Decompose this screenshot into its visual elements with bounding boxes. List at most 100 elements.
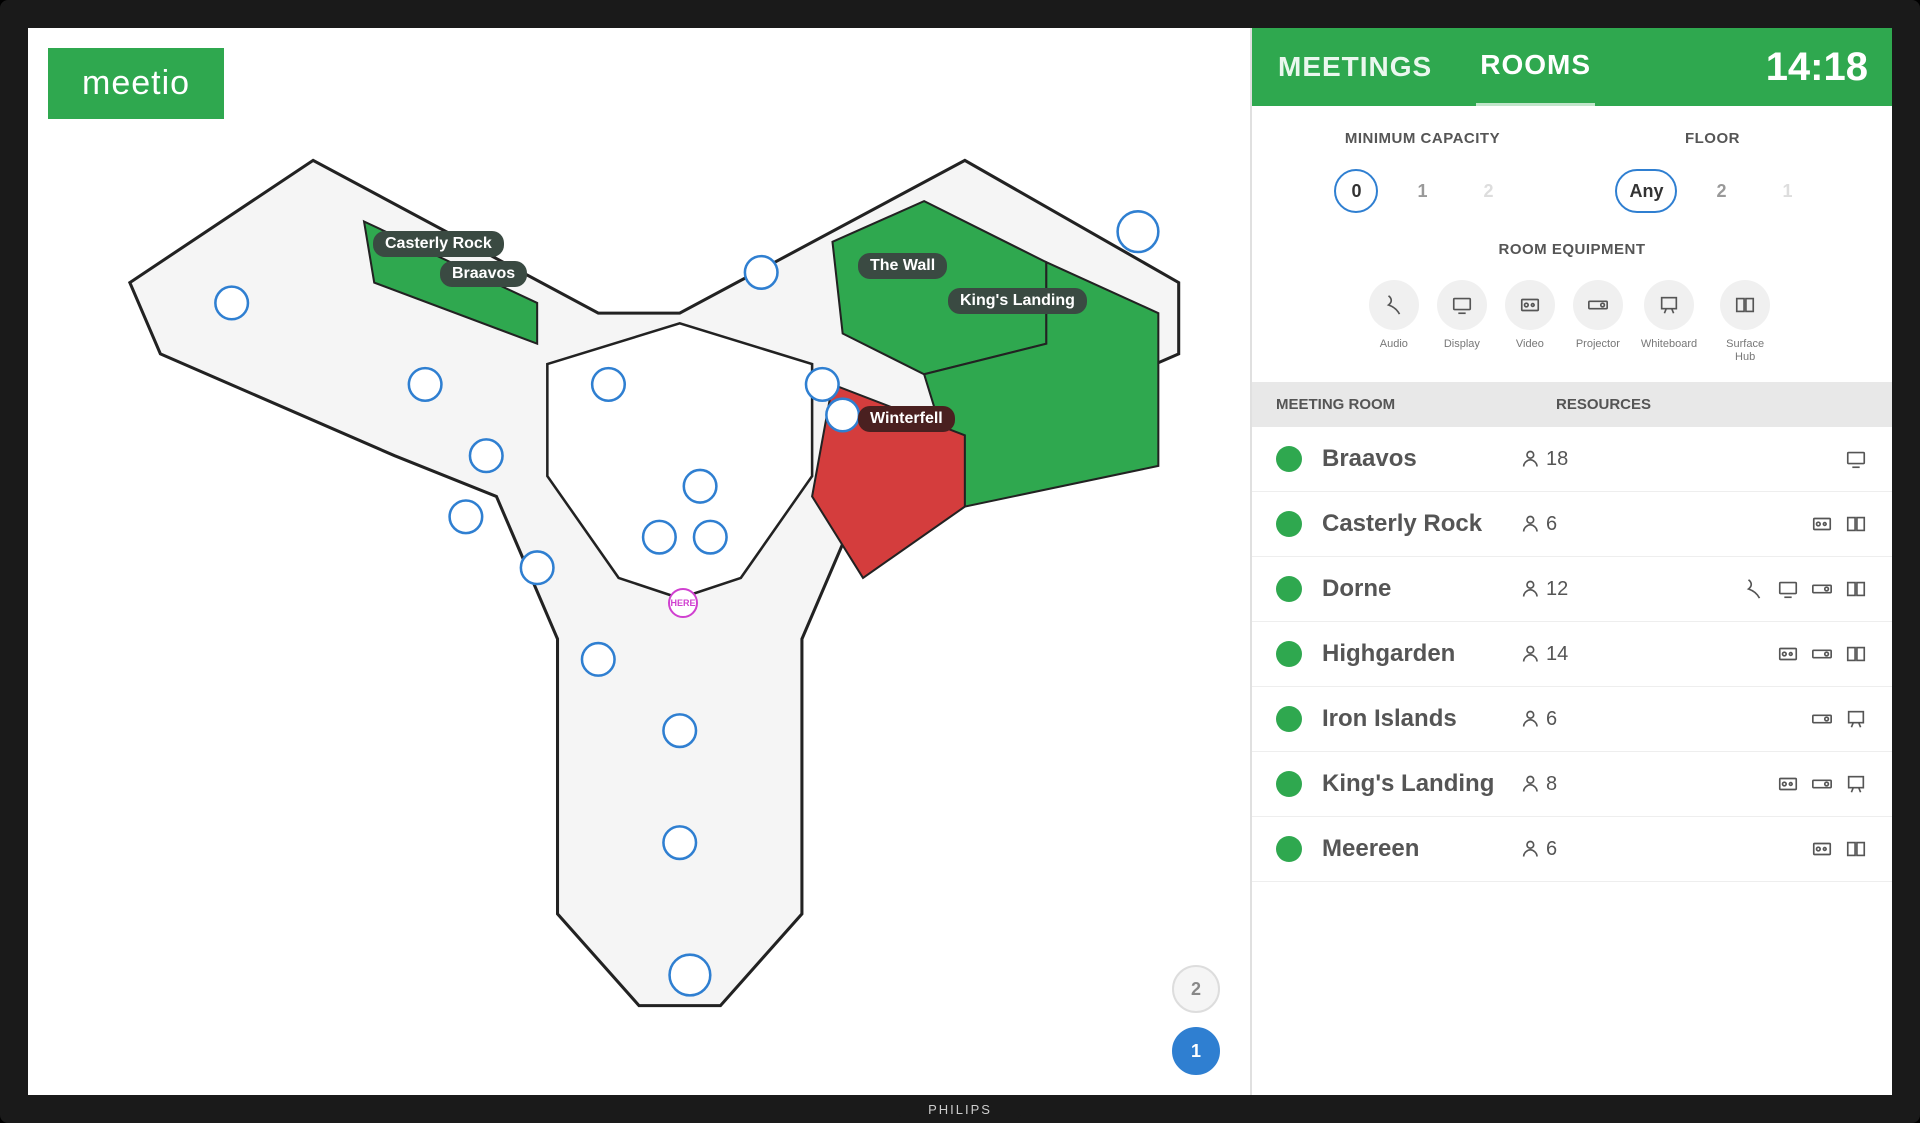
room-capacity: 14 bbox=[1522, 643, 1622, 666]
room-row-dorne[interactable]: Dorne12 bbox=[1252, 557, 1892, 622]
tab-rooms[interactable]: ROOMS bbox=[1476, 28, 1595, 107]
room-resources bbox=[1742, 579, 1868, 599]
room-row-iron-islands[interactable]: Iron Islands6 bbox=[1252, 687, 1892, 752]
status-dot bbox=[1276, 836, 1302, 862]
room-resources bbox=[1776, 774, 1868, 794]
video-icon bbox=[1776, 644, 1800, 664]
surfacehub-icon bbox=[1844, 514, 1868, 534]
room-capacity: 8 bbox=[1522, 773, 1622, 796]
status-dot bbox=[1276, 771, 1302, 797]
room-list[interactable]: Braavos18Casterly Rock6Dorne12Highgarden… bbox=[1252, 427, 1892, 1095]
floor-switcher: 21 bbox=[1172, 965, 1220, 1075]
room-resources bbox=[1776, 644, 1868, 664]
room-capacity: 18 bbox=[1522, 448, 1622, 471]
surfacehub-icon bbox=[1844, 579, 1868, 599]
equipment-option-audio[interactable]: Audio bbox=[1369, 280, 1419, 364]
whiteboard-icon bbox=[1844, 774, 1868, 794]
floorplan-svg[interactable] bbox=[28, 28, 1250, 1057]
projector-icon bbox=[1810, 709, 1834, 729]
right-panel: MEETINGS ROOMS 14:18 MINIMUM CAPACITY 01… bbox=[1252, 28, 1892, 1095]
floor-option-2[interactable]: 2 bbox=[1699, 169, 1743, 213]
capacity-option-2[interactable]: 2 bbox=[1466, 169, 1510, 213]
surfacehub-icon bbox=[1720, 280, 1770, 330]
room-row-meereen[interactable]: Meereen6 bbox=[1252, 817, 1892, 882]
equipment-label-text: Projector bbox=[1576, 338, 1620, 351]
capacity-option-0[interactable]: 0 bbox=[1334, 169, 1378, 213]
video-icon bbox=[1810, 839, 1834, 859]
room-name-label: Highgarden bbox=[1322, 640, 1522, 668]
room-capacity: 6 bbox=[1522, 838, 1622, 861]
floor-option-Any[interactable]: Any bbox=[1615, 169, 1677, 213]
room-row-braavos[interactable]: Braavos18 bbox=[1252, 427, 1892, 492]
map-label-the-wall[interactable]: The Wall bbox=[858, 253, 947, 279]
video-icon bbox=[1776, 774, 1800, 794]
whiteboard-icon bbox=[1844, 709, 1868, 729]
room-row-highgarden[interactable]: Highgarden14 bbox=[1252, 622, 1892, 687]
projector-icon bbox=[1810, 579, 1834, 599]
room-name-label: Dorne bbox=[1322, 575, 1522, 603]
here-marker: HERE bbox=[668, 588, 698, 618]
status-dot bbox=[1276, 706, 1302, 732]
room-resources bbox=[1844, 449, 1868, 469]
floor-button-1[interactable]: 1 bbox=[1172, 1027, 1220, 1075]
floor-label: FLOOR bbox=[1615, 130, 1809, 147]
room-name-label: Braavos bbox=[1322, 445, 1522, 473]
status-dot bbox=[1276, 576, 1302, 602]
monitor-frame: meetio bbox=[0, 0, 1920, 1123]
col-header-room: MEETING ROOM bbox=[1276, 396, 1526, 413]
equipment-label: ROOM EQUIPMENT bbox=[1282, 241, 1862, 258]
equipment-label-text: Whiteboard bbox=[1641, 338, 1697, 351]
floor-button-2[interactable]: 2 bbox=[1172, 965, 1220, 1013]
equipment-option-whiteboard[interactable]: Whiteboard bbox=[1641, 280, 1697, 364]
status-dot bbox=[1276, 446, 1302, 472]
equipment-label-text: Audio bbox=[1380, 338, 1408, 351]
projector-icon bbox=[1810, 644, 1834, 664]
status-dot bbox=[1276, 511, 1302, 537]
filter-panel: MINIMUM CAPACITY 012 FLOOR Any21 ROOM EQ… bbox=[1252, 106, 1892, 382]
floor-option-1[interactable]: 1 bbox=[1765, 169, 1809, 213]
room-name-label: Casterly Rock bbox=[1322, 510, 1522, 538]
room-name-label: King's Landing bbox=[1322, 770, 1522, 798]
equipment-option-video[interactable]: Video bbox=[1505, 280, 1555, 364]
room-capacity: 12 bbox=[1522, 578, 1622, 601]
equipment-option-surfacehub[interactable]: Surface Hub bbox=[1715, 280, 1775, 364]
monitor-brand-label: PHILIPS bbox=[898, 1100, 1022, 1119]
capacity-option-1[interactable]: 1 bbox=[1400, 169, 1444, 213]
whiteboard-icon bbox=[1644, 280, 1694, 330]
audio-icon bbox=[1742, 579, 1766, 599]
map-label-king-s-landing[interactable]: King's Landing bbox=[948, 288, 1087, 314]
floor-filter: FLOOR Any 21 bbox=[1615, 130, 1809, 213]
capacity-filter: MINIMUM CAPACITY 012 bbox=[1334, 130, 1510, 213]
header-bar: MEETINGS ROOMS 14:18 bbox=[1252, 28, 1892, 106]
equipment-filter: ROOM EQUIPMENT Audio Display Video Projecto… bbox=[1282, 241, 1862, 364]
col-header-resources: RESOURCES bbox=[1526, 396, 1868, 413]
video-icon bbox=[1505, 280, 1555, 330]
audio-icon bbox=[1369, 280, 1419, 330]
equipment-option-display[interactable]: Display bbox=[1437, 280, 1487, 364]
status-dot bbox=[1276, 641, 1302, 667]
room-list-header: MEETING ROOM RESOURCES bbox=[1252, 382, 1892, 427]
equipment-option-projector[interactable]: Projector bbox=[1573, 280, 1623, 364]
screen: meetio bbox=[28, 28, 1892, 1095]
tab-meetings[interactable]: MEETINGS bbox=[1274, 29, 1436, 105]
room-row-king-s-landing[interactable]: King's Landing8 bbox=[1252, 752, 1892, 817]
equipment-label-text: Video bbox=[1516, 338, 1544, 351]
room-name-label: Meereen bbox=[1322, 835, 1522, 863]
surfacehub-icon bbox=[1844, 839, 1868, 859]
display-icon bbox=[1776, 579, 1800, 599]
room-row-casterly-rock[interactable]: Casterly Rock6 bbox=[1252, 492, 1892, 557]
display-icon bbox=[1437, 280, 1487, 330]
capacity-label: MINIMUM CAPACITY bbox=[1334, 130, 1510, 147]
room-name-label: Iron Islands bbox=[1322, 705, 1522, 733]
map-label-braavos[interactable]: Braavos bbox=[440, 261, 527, 287]
display-icon bbox=[1844, 449, 1868, 469]
map-label-casterly-rock[interactable]: Casterly Rock bbox=[373, 231, 504, 257]
video-icon bbox=[1810, 514, 1834, 534]
room-capacity: 6 bbox=[1522, 513, 1622, 536]
clock: 14:18 bbox=[1766, 45, 1868, 90]
equipment-label-text: Surface Hub bbox=[1715, 338, 1775, 364]
floorplan-pane: meetio bbox=[28, 28, 1252, 1095]
map-label-winterfell[interactable]: Winterfell bbox=[858, 406, 955, 432]
brand-logo: meetio bbox=[48, 48, 224, 119]
room-resources bbox=[1810, 514, 1868, 534]
